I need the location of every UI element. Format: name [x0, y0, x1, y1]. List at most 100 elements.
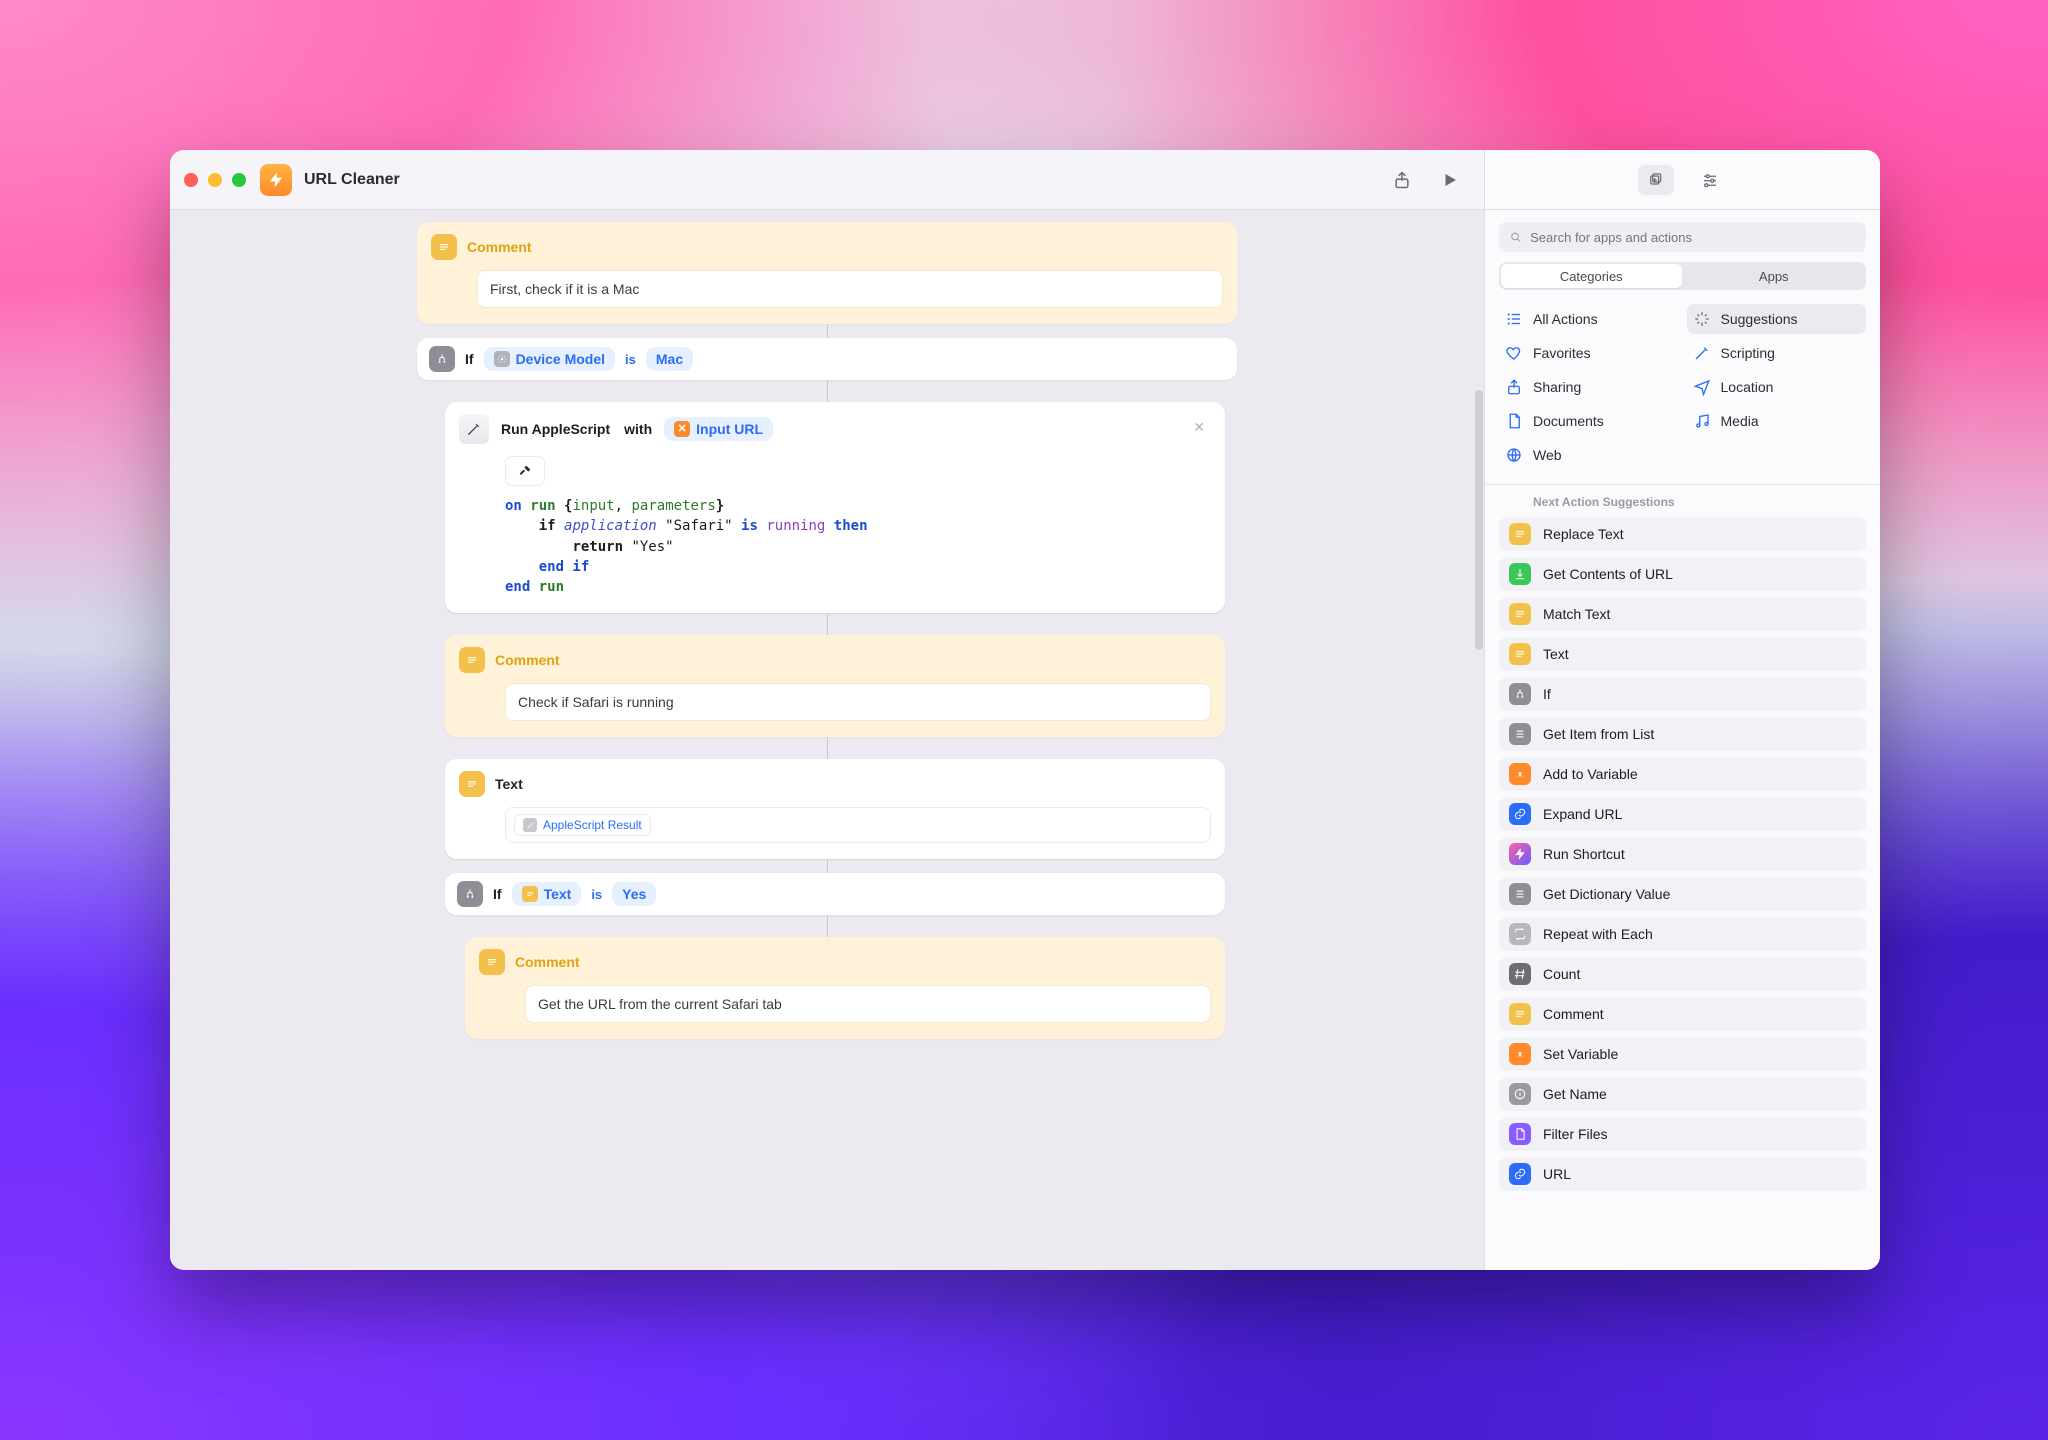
cat-sharing[interactable]: Sharing [1499, 372, 1679, 402]
text-icon [1509, 523, 1531, 545]
minimize-window-button[interactable] [208, 173, 222, 187]
app-icon [260, 164, 292, 196]
close-window-button[interactable] [184, 173, 198, 187]
text-icon [1509, 603, 1531, 625]
close-icon[interactable]: ✕ [1189, 416, 1209, 438]
suggestion-item[interactable]: Run Shortcut [1499, 837, 1866, 871]
variable-token[interactable]: AppleScript Result [514, 814, 651, 836]
action-run-applescript[interactable]: Run AppleScript with ✕ Input URL ✕ on ru… [445, 402, 1225, 613]
if-variable-pill[interactable]: Device Model [484, 347, 615, 371]
branch-icon [1509, 683, 1531, 705]
sparkle-icon [1693, 310, 1711, 328]
suggestion-item[interactable]: Expand URL [1499, 797, 1866, 831]
share-button[interactable] [1382, 162, 1422, 198]
input-variable-name: Input URL [696, 421, 763, 437]
suggestion-item[interactable]: Comment [1499, 997, 1866, 1031]
cat-location[interactable]: Location [1687, 372, 1867, 402]
if-value-pill[interactable]: Mac [646, 347, 693, 371]
traffic-lights [184, 173, 246, 187]
suggestion-item[interactable]: Get Item from List [1499, 717, 1866, 751]
text-icon [522, 886, 538, 902]
list-icon [1509, 723, 1531, 745]
comment-icon [479, 949, 505, 975]
if-operator[interactable]: is [625, 352, 636, 367]
list-icon [1509, 883, 1531, 905]
wand-icon [1693, 344, 1711, 362]
seg-apps[interactable]: Apps [1684, 264, 1865, 288]
suggestion-item[interactable]: xSet Variable [1499, 1037, 1866, 1071]
action-if[interactable]: If Text is Yes [445, 873, 1225, 915]
link-icon [1509, 803, 1531, 825]
zoom-window-button[interactable] [232, 173, 246, 187]
if-operator[interactable]: is [591, 887, 602, 902]
cat-scripting[interactable]: Scripting [1687, 338, 1867, 368]
download-icon [1509, 563, 1531, 585]
action-text[interactable]: Text AppleScript Result [445, 759, 1225, 859]
suggestion-label: Match Text [1543, 606, 1610, 622]
workflow-editor[interactable]: Comment First, check if it is a Mac If D… [170, 210, 1484, 1270]
cat-label: Documents [1533, 413, 1604, 429]
cat-suggestions[interactable]: Suggestions [1687, 304, 1867, 334]
settings-button[interactable] [1692, 165, 1728, 195]
suggestion-item[interactable]: Get Dictionary Value [1499, 877, 1866, 911]
cat-web[interactable]: Web [1499, 440, 1679, 470]
info-icon [1509, 1083, 1531, 1105]
action-comment[interactable]: Comment Check if Safari is running [445, 635, 1225, 737]
suggestion-label: Comment [1543, 1006, 1604, 1022]
list-icon [1505, 310, 1523, 328]
comment-text[interactable]: Get the URL from the current Safari tab [525, 985, 1211, 1023]
svg-text:x: x [1518, 769, 1523, 778]
link-icon [1509, 1163, 1531, 1185]
suggestion-label: Repeat with Each [1543, 926, 1653, 942]
comment-text[interactable]: Check if Safari is running [505, 683, 1211, 721]
variable-name: AppleScript Result [543, 818, 642, 832]
search-icon [1509, 230, 1522, 244]
if-value: Mac [656, 351, 683, 367]
script-code[interactable]: on run {input, parameters} if applicatio… [505, 496, 1211, 597]
suggestion-label: URL [1543, 1166, 1571, 1182]
comment-icon [459, 647, 485, 673]
suggestion-item[interactable]: Get Contents of URL [1499, 557, 1866, 591]
suggestions-title: Next Action Suggestions [1485, 495, 1880, 517]
window-toolbar: URL Cleaner [170, 150, 1484, 210]
action-comment[interactable]: Comment First, check if it is a Mac [417, 222, 1237, 324]
search-field[interactable] [1499, 222, 1866, 252]
compile-button[interactable] [505, 456, 545, 486]
seg-categories[interactable]: Categories [1501, 264, 1682, 288]
cat-label: Location [1721, 379, 1774, 395]
suggestion-item[interactable]: Get Name [1499, 1077, 1866, 1111]
text-icon [1509, 643, 1531, 665]
scrollbar-thumb[interactable] [1475, 390, 1483, 650]
action-comment[interactable]: Comment Get the URL from the current Saf… [465, 937, 1225, 1039]
suggestion-item[interactable]: Repeat with Each [1499, 917, 1866, 951]
globe-icon [1505, 446, 1523, 464]
music-icon [1693, 412, 1711, 430]
suggestion-label: Get Dictionary Value [1543, 886, 1670, 902]
suggestion-item[interactable]: xAdd to Variable [1499, 757, 1866, 791]
cat-all-actions[interactable]: All Actions [1499, 304, 1679, 334]
comment-text[interactable]: First, check if it is a Mac [477, 270, 1223, 308]
run-button[interactable] [1430, 162, 1470, 198]
suggestion-item[interactable]: Filter Files [1499, 1117, 1866, 1151]
library-panel: Categories Apps All Actions Suggestions … [1484, 150, 1880, 1270]
action-if[interactable]: If Device Model is Mac [417, 338, 1237, 380]
library-add-button[interactable] [1638, 165, 1674, 195]
input-variable-pill[interactable]: ✕ Input URL [664, 417, 773, 441]
suggestion-item[interactable]: Match Text [1499, 597, 1866, 631]
x-icon: x [1509, 763, 1531, 785]
if-variable-pill[interactable]: Text [512, 882, 582, 906]
suggestion-item[interactable]: Count [1499, 957, 1866, 991]
suggestion-item[interactable]: URL [1499, 1157, 1866, 1191]
x-icon: ✕ [674, 421, 690, 437]
suggestion-item[interactable]: Replace Text [1499, 517, 1866, 551]
search-input[interactable] [1530, 230, 1856, 245]
suggestion-item[interactable]: Text [1499, 637, 1866, 671]
cat-media[interactable]: Media [1687, 406, 1867, 436]
suggestion-item[interactable]: If [1499, 677, 1866, 711]
suggestion-label: Expand URL [1543, 806, 1622, 822]
cat-favorites[interactable]: Favorites [1499, 338, 1679, 368]
if-value-pill[interactable]: Yes [612, 882, 656, 906]
action-title: Comment [467, 239, 532, 255]
cat-documents[interactable]: Documents [1499, 406, 1679, 436]
library-segmented-control[interactable]: Categories Apps [1499, 262, 1866, 290]
